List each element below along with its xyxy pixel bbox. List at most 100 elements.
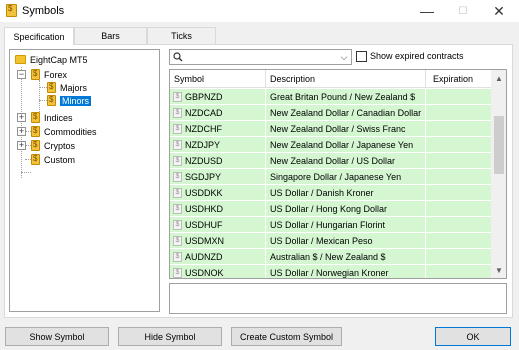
custom-folder-icon [31,154,40,165]
coin-folder-icon [31,112,40,123]
tab-specification[interactable]: Specification [4,27,74,45]
tree-item-commodities[interactable]: Commodities [31,125,97,138]
expiration-cell [426,265,491,278]
show-expired-checkbox[interactable] [356,51,367,62]
table-row[interactable]: $ AUDNZD Australian $ / New Zealand $ [170,249,491,265]
symbol-icon[interactable]: $ [173,252,182,262]
table-header: Symbol Description Expiration [170,70,491,88]
table-row[interactable]: $ NZDCAD New Zealand Dollar / Canadian Dol… [170,105,491,121]
description-cell: US Dollar / Mexican Peso [266,233,426,249]
symbol-icon[interactable]: $ [173,156,182,166]
close-button[interactable]: ✕ [481,0,517,22]
hide-symbol-button[interactable]: Hide Symbol [118,327,222,346]
search-input[interactable] [186,51,336,63]
scrollbar-thumb[interactable] [494,116,504,174]
symbol-cell: $ SGDJPY [170,169,266,185]
show-expired-label[interactable]: Show expired contracts [370,51,464,61]
tree-item-indices[interactable]: Indices [31,111,73,124]
symbol-icon[interactable]: $ [173,124,182,134]
symbol-icon[interactable]: $ [173,140,182,150]
ok-button[interactable]: OK [435,327,511,346]
table-row[interactable]: $ NZDUSD New Zealand Dollar / US Dollar [170,153,491,169]
symbol-cell: $ NZDUSD [170,153,266,169]
symbol-icon[interactable]: $ [173,92,182,102]
table-row[interactable]: $ USDDKK US Dollar / Danish Kroner [170,185,491,201]
title-bar: Symbols — ☐ ✕ [0,0,519,22]
symbol-icon[interactable]: $ [173,188,182,198]
symbols-table[interactable]: Symbol Description Expiration $ GBPNZD Gre… [169,69,507,279]
tab-bars[interactable]: Bars [74,27,147,44]
symbol-name: NZDUSD [185,156,223,166]
description-cell: US Dollar / Hong Kong Dollar [266,201,426,217]
tree-item-minors[interactable]: Minors [47,94,92,107]
description-cell: New Zealand Dollar / Swiss Franc [266,121,426,137]
symbol-cell: $ USDNOK [170,265,266,278]
expiration-cell [426,105,491,121]
symbol-icon[interactable]: $ [173,108,182,118]
symbol-name: SGDJPY [185,172,222,182]
expand-commodities-icon[interactable]: + [17,127,26,136]
symbol-cell: $ AUDNZD [170,249,266,265]
expiration-cell [426,137,491,153]
symbol-cell: $ USDMXN [170,233,266,249]
show-symbol-button[interactable]: Show Symbol [5,327,109,346]
symbol-icon[interactable]: $ [173,268,182,278]
symbol-icon[interactable]: $ [173,236,182,246]
column-header-description[interactable]: Description [266,70,426,88]
expiration-cell [426,89,491,105]
symbol-cell: $ NZDJPY [170,137,266,153]
symbol-tree[interactable]: EightCap MT5 − Forex Majors Minors + Ind… [9,49,160,312]
table-row[interactable]: $ SGDJPY Singapore Dollar / Japanese Yen [170,169,491,185]
coin-folder-icon [47,82,56,93]
coin-folder-icon [31,140,40,151]
tree-item-eightcap-mt5[interactable]: EightCap MT5 [15,53,88,66]
tree-item-majors[interactable]: Majors [47,81,87,94]
table-row[interactable]: $ NZDCHF New Zealand Dollar / Swiss Franc [170,121,491,137]
create-custom-symbol-button[interactable]: Create Custom Symbol [231,327,342,346]
minimize-button[interactable]: — [409,0,445,22]
chevron-down-icon[interactable]: ⌵ [339,50,349,64]
coin-folder-icon [31,69,40,80]
expiration-cell [426,233,491,249]
tab-ticks[interactable]: Ticks [147,27,216,44]
tree-item-label: Minors [60,95,92,106]
tree-connector [39,87,47,88]
description-cell: Great Britan Pound / New Zealand $ [266,89,426,105]
symbol-icon[interactable]: $ [173,204,182,214]
description-cell: New Zealand Dollar / US Dollar [266,153,426,169]
table-row[interactable]: $ USDHUF US Dollar / Hungarian Florint [170,217,491,233]
table-row[interactable]: $ GBPNZD Great Britan Pound / New Zealand … [170,89,491,105]
column-header-symbol[interactable]: Symbol [170,70,266,88]
collapse-forex-icon[interactable]: − [17,70,26,79]
vertical-scrollbar[interactable]: ▲ ▼ [491,70,506,278]
expand-cryptos-icon[interactable]: + [17,141,26,150]
tree-item-forex[interactable]: Forex [31,68,67,81]
tree-item-custom[interactable]: Custom [31,153,75,166]
symbol-name: USDNOK [185,268,224,278]
tree-connector [21,67,22,178]
table-row[interactable]: $ USDHKD US Dollar / Hong Kong Dollar [170,201,491,217]
table-row[interactable]: $ NZDJPY New Zealand Dollar / Japanese Yen [170,137,491,153]
tree-item-label: Commodities [44,126,97,137]
coin-folder-icon [47,95,56,106]
expiration-cell [426,185,491,201]
description-cell: US Dollar / Danish Kroner [266,185,426,201]
table-row[interactable]: $ USDMXN US Dollar / Mexican Peso [170,233,491,249]
symbol-icon[interactable]: $ [173,172,182,182]
scroll-up-icon[interactable]: ▲ [491,70,506,86]
expand-indices-icon[interactable]: + [17,113,26,122]
tree-item-label: EightCap MT5 [30,54,88,65]
symbol-description-box [169,283,507,314]
column-header-expiration[interactable]: Expiration [426,70,491,88]
symbol-icon[interactable]: $ [173,220,182,230]
symbol-name: USDDKK [185,188,223,198]
scroll-down-icon[interactable]: ▼ [491,262,506,278]
table-row[interactable]: $ USDNOK US Dollar / Norwegian Kroner [170,265,491,278]
search-box[interactable]: ⌵ [169,49,352,65]
tree-item-cryptos[interactable]: Cryptos [31,139,75,152]
expiration-cell [426,153,491,169]
tree-item-label: Indices [44,112,73,123]
maximize-button[interactable]: ☐ [445,0,481,22]
description-cell: New Zealand Dollar / Japanese Yen [266,137,426,153]
expiration-cell [426,121,491,137]
